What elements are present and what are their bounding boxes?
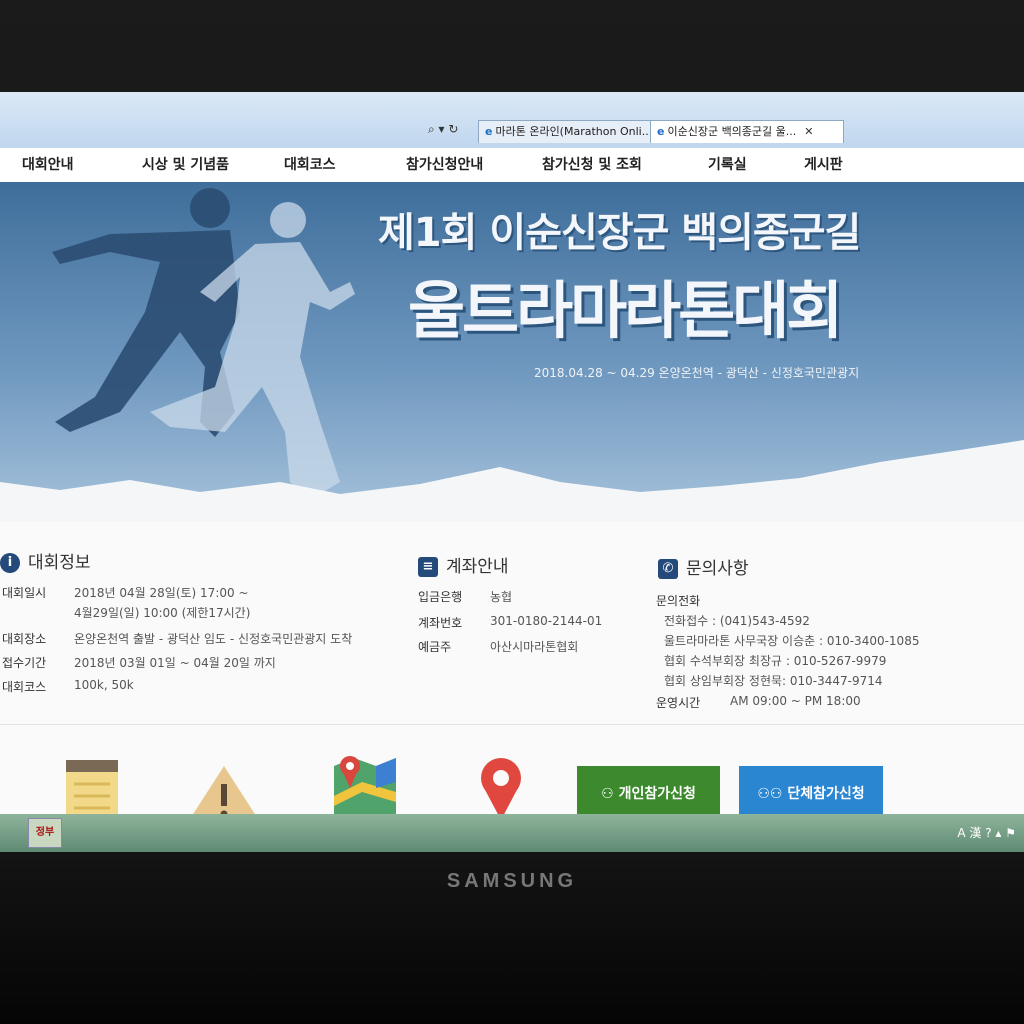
event-course-value: 100k, 50k: [74, 678, 134, 692]
nav-item-awards[interactable]: 시상 및 기념품: [142, 154, 229, 174]
nav-item-registration-lookup[interactable]: 참가신청 및 조회: [542, 154, 642, 174]
nav-item-registration-guide[interactable]: 참가신청안내: [406, 154, 483, 174]
registration-period-value: 2018년 03월 01일 ~ 04월 20일 까지: [74, 656, 276, 670]
browser-chrome: ⌕ ▾ ↻ e 마라톤 온라인(Marathon Onli... e 이순신장군 백…: [0, 92, 1024, 148]
contact-line: 전화접수 : (041)543-4592: [664, 614, 810, 628]
account-holder-value: 아산시마라톤협회: [490, 640, 579, 654]
account-number-label: 계좌번호: [418, 616, 463, 630]
contact-line: 협회 수석부회장 최장규 : 010-5267-9979: [664, 654, 887, 668]
map-icon[interactable]: [332, 752, 398, 822]
individual-registration-label: 개인참가신청: [618, 786, 696, 802]
account-holder-label: 예금주: [418, 640, 452, 654]
hero-banner: 제1회 이순신장군 백의종군길 울트라마라톤대회 2018.04.28 ~ 04…: [0, 182, 1024, 522]
banner-title-line2: 울트라마라톤대회: [408, 274, 843, 347]
contact-phone-heading: 문의전화: [656, 594, 701, 608]
snowy-hills: [0, 440, 1024, 522]
event-date-value2: 4월29일(일) 10:00 (제한17시간): [74, 606, 251, 620]
nav-item-event-info[interactable]: 대회안내: [22, 154, 74, 174]
event-info-title: 대회정보: [28, 553, 91, 573]
account-heading: ≡ 계좌안내: [418, 552, 509, 577]
taskbar: 정부 A 漢 ? ▴ ⚑: [0, 814, 1024, 852]
site-nav: 대회안내 시상 및 기념품 대회코스 참가신청안내 참가신청 및 조회 기록실 …: [0, 148, 1024, 183]
system-tray[interactable]: A 漢 ? ▴ ⚑: [957, 824, 1016, 841]
taskbar-app-icon[interactable]: 정부: [28, 818, 62, 848]
bank-label: 입금은행: [418, 590, 463, 604]
tab-label: 마라톤 온라인(Marathon Onli...: [495, 125, 652, 138]
ie-icon: e: [657, 125, 665, 138]
banner-subtitle: 2018.04.28 ~ 04.29 온양온천역 - 광덕산 - 신정호국민관광…: [534, 366, 860, 380]
contact-line: 울트라마라톤 사무국장 이승춘 : 010-3400-1085: [664, 634, 920, 648]
close-icon[interactable]: ✕: [804, 125, 813, 138]
browser-tab-ultramarathon[interactable]: e 이순신장군 백의종군길 울... ✕: [650, 120, 844, 143]
info-icon: i: [0, 553, 20, 573]
screen: ⌕ ▾ ↻ e 마라톤 온라인(Marathon Onli... e 이순신장군 백…: [0, 92, 1024, 852]
contact-title: 문의사항: [686, 559, 749, 579]
registration-period-label: 접수기간: [2, 656, 47, 670]
tab-label: 이순신장군 백의종군길 울...: [667, 125, 797, 138]
monitor: ⌕ ▾ ↻ e 마라톤 온라인(Marathon Onli... e 이순신장군 백…: [0, 0, 1024, 1024]
contact-line: 협회 상임부회장 정현묵: 010-3447-9714: [664, 674, 883, 688]
warning-icon[interactable]: [186, 762, 262, 822]
event-venue-label: 대회장소: [2, 632, 47, 646]
monitor-brand-logo: SAMSUNG: [446, 870, 578, 892]
hours-value: AM 09:00 ~ PM 18:00: [730, 694, 861, 708]
banner-title-line1: 제1회 이순신장군 백의종군길: [378, 210, 861, 256]
account-title: 계좌안내: [446, 557, 509, 577]
phone-icon: ✆: [658, 559, 678, 579]
group-registration-label: 단체참가신청: [787, 786, 865, 802]
event-info-heading: i 대회정보: [0, 548, 91, 573]
section-divider: [0, 724, 1024, 725]
clipboard-icon: ≡: [418, 557, 438, 577]
address-bar-icons[interactable]: ⌕ ▾ ↻: [428, 122, 458, 137]
location-pin-icon[interactable]: [476, 756, 526, 822]
nav-item-course[interactable]: 대회코스: [284, 154, 336, 174]
nav-item-records[interactable]: 기록실: [708, 154, 747, 174]
event-course-label: 대회코스: [2, 680, 47, 694]
hours-label: 운영시간: [656, 696, 701, 710]
user-icon: ⚇: [601, 786, 619, 802]
ie-icon: e: [485, 125, 493, 138]
users-icon: ⚇⚇: [757, 786, 788, 802]
info-section: i 대회정보 대회일시 2018년 04월 28일(토) 17:00 ~ 4월29…: [0, 522, 1024, 722]
event-date-value: 2018년 04월 28일(토) 17:00 ~: [74, 586, 249, 600]
event-venue-value: 온양온천역 출발 - 광덕산 임도 - 신정호국민관광지 도착: [74, 632, 353, 646]
account-number-value: 301-0180-2144-01: [490, 614, 603, 628]
contact-heading: ✆ 문의사항: [658, 554, 749, 579]
browser-tab-marathon-online[interactable]: e 마라톤 온라인(Marathon Onli...: [478, 120, 652, 143]
notepad-icon[interactable]: [62, 752, 122, 822]
nav-item-board[interactable]: 게시판: [804, 154, 843, 174]
event-date-label: 대회일시: [2, 586, 47, 600]
bank-value: 농협: [490, 590, 513, 604]
